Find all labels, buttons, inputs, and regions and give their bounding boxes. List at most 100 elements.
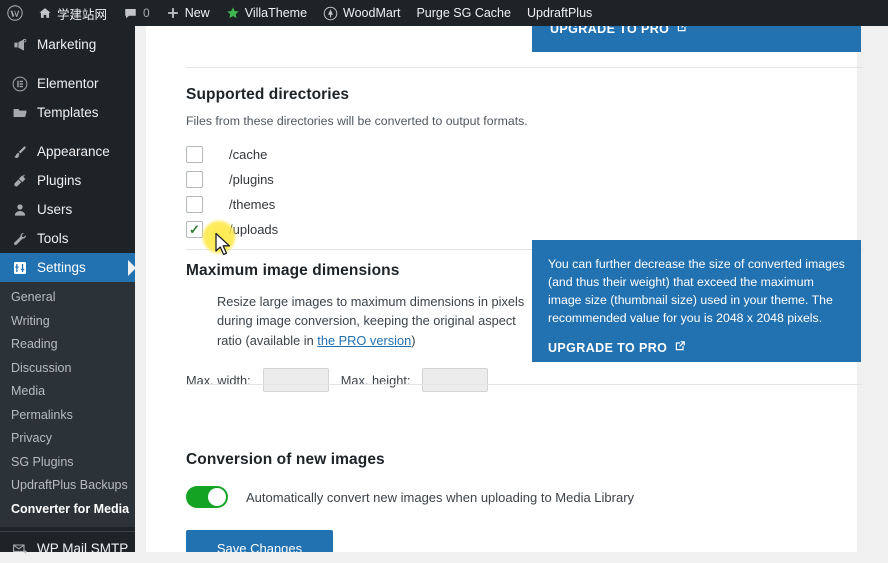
promo-banner-side: You can further decrease the size of con… [532, 240, 861, 362]
adminbar-villatheme-label: VillaTheme [245, 6, 307, 20]
wrench-icon [11, 231, 28, 247]
dimension-fields: Max. width: Max. height: [186, 368, 531, 392]
checkbox-plugins[interactable]: ✓ [186, 171, 203, 188]
settings-icon [11, 260, 28, 276]
directory-option-cache[interactable]: ✓ /cache [186, 142, 586, 167]
elementor-icon [11, 76, 28, 92]
adminbar-item-site-name[interactable]: 学建站网 [30, 0, 115, 26]
sidebar-item-label: Appearance [37, 144, 110, 159]
dimensions-text-after: ) [411, 333, 415, 348]
admin-bar: 学建站网 0 New VillaTheme WoodMart Purge SG … [0, 0, 888, 26]
admin-sidebar: Marketing Elementor Templates Appearance… [0, 26, 135, 552]
mail-icon [11, 541, 28, 557]
adminbar-item-woodmart[interactable]: WoodMart [315, 0, 408, 26]
adminbar-item-new[interactable]: New [158, 0, 218, 26]
comment-icon [123, 6, 138, 21]
woodmart-icon [323, 6, 338, 21]
sidebar-item-users[interactable]: Users [0, 195, 135, 224]
sidebar-subitem-writing[interactable]: Writing [0, 310, 135, 334]
sidebar-item-wp-mail-smtp[interactable]: WP Mail SMTP [0, 534, 135, 563]
folder-icon [11, 105, 28, 121]
sidebar-subitem-reading[interactable]: Reading [0, 333, 135, 357]
settings-submenu: General Writing Reading Discussion Media… [0, 282, 135, 527]
checkbox-themes[interactable]: ✓ [186, 196, 203, 213]
auto-convert-row: Automatically convert new images when up… [186, 486, 806, 508]
maximum-image-dimensions-section: Maximum image dimensions Resize large im… [186, 262, 531, 392]
sidebar-subitem-discussion[interactable]: Discussion [0, 357, 135, 381]
upgrade-to-pro-button-side[interactable]: UPGRADE TO PRO [548, 340, 845, 355]
adminbar-item-purge-sg-cache[interactable]: Purge SG Cache [408, 0, 519, 26]
supported-directories-section: Supported directories Files from these d… [186, 86, 586, 242]
sidebar-subitem-sg-plugins[interactable]: SG Plugins [0, 451, 135, 475]
directory-option-label: /plugins [229, 172, 274, 187]
directory-option-label: /themes [229, 197, 275, 212]
max-width-input[interactable] [263, 368, 329, 392]
sidebar-subitem-general[interactable]: General [0, 286, 135, 310]
sidebar-divider [0, 127, 135, 137]
sidebar-item-marketing[interactable]: Marketing [0, 30, 135, 59]
adminbar-item-updraftplus[interactable]: UpdraftPlus [519, 0, 600, 26]
supported-directories-description: Files from these directories will be con… [186, 114, 586, 128]
directory-option-plugins[interactable]: ✓ /plugins [186, 167, 586, 192]
sidebar-item-tools[interactable]: Tools [0, 224, 135, 253]
checkbox-uploads[interactable]: ✓ [186, 221, 203, 238]
directory-option-themes[interactable]: ✓ /themes [186, 192, 586, 217]
sidebar-subitem-converter-for-media[interactable]: Converter for Media [0, 498, 135, 522]
sidebar-subitem-privacy[interactable]: Privacy [0, 427, 135, 451]
supported-directories-title: Supported directories [186, 86, 586, 104]
conversion-of-new-images-section: Conversion of new images Automatically c… [186, 451, 806, 552]
adminbar-item-villatheme[interactable]: VillaTheme [218, 0, 315, 26]
sidebar-divider [0, 531, 135, 532]
pro-version-link[interactable]: the PRO version [317, 333, 411, 348]
upgrade-to-pro-button-top[interactable]: UPGRADE TO PRO [550, 26, 688, 36]
adminbar-updraftplus-label: UpdraftPlus [527, 6, 592, 20]
sidebar-item-label: Users [37, 202, 72, 217]
main-content: UPGRADE TO PRO Supported directories Fil… [135, 26, 888, 552]
megaphone-icon [11, 37, 28, 53]
directory-option-uploads[interactable]: ✓ /uploads [186, 217, 586, 242]
sidebar-item-settings[interactable]: Settings [0, 253, 135, 282]
sidebar-divider [0, 59, 135, 69]
adminbar-item-wordpress[interactable] [0, 0, 30, 26]
toggle-knob [208, 488, 226, 506]
adminbar-woodmart-label: WoodMart [343, 6, 400, 20]
external-link-icon [676, 26, 688, 36]
max-width-label: Max. width: [186, 373, 251, 388]
upgrade-to-pro-label: UPGRADE TO PRO [548, 341, 667, 355]
section-divider-3 [186, 384, 863, 385]
home-icon [38, 6, 52, 20]
sidebar-subitem-updraftplus-backups[interactable]: UpdraftPlus Backups [0, 474, 135, 498]
directory-option-label: /uploads [229, 222, 278, 237]
promo-side-text: You can further decrease the size of con… [548, 255, 845, 327]
wordpress-logo-icon [7, 5, 23, 21]
plug-icon [11, 173, 28, 189]
sidebar-item-plugins[interactable]: Plugins [0, 166, 135, 195]
maximum-image-dimensions-description: Resize large images to maximum dimension… [217, 292, 531, 350]
sidebar-item-label: Elementor [37, 76, 99, 91]
user-icon [11, 202, 28, 218]
adminbar-new-label: New [185, 6, 210, 20]
sidebar-item-label: Tools [37, 231, 69, 246]
save-changes-button[interactable]: Save Changes [186, 530, 333, 552]
auto-convert-toggle[interactable] [186, 486, 228, 508]
checkbox-cache[interactable]: ✓ [186, 146, 203, 163]
brush-icon [11, 144, 28, 160]
star-icon [226, 6, 240, 20]
adminbar-item-comments[interactable]: 0 [115, 0, 158, 26]
sidebar-item-label: Marketing [37, 37, 96, 52]
check-icon: ✓ [189, 223, 200, 236]
sidebar-item-label: WP Mail SMTP [37, 541, 128, 556]
sidebar-subitem-permalinks[interactable]: Permalinks [0, 404, 135, 428]
adminbar-site-name-label: 学建站网 [57, 4, 107, 23]
max-height-label: Max. height: [341, 373, 411, 388]
auto-convert-label: Automatically convert new images when up… [246, 490, 634, 505]
upgrade-to-pro-label: UPGRADE TO PRO [550, 26, 669, 36]
sidebar-subitem-media[interactable]: Media [0, 380, 135, 404]
sidebar-item-appearance[interactable]: Appearance [0, 137, 135, 166]
sidebar-item-elementor[interactable]: Elementor [0, 69, 135, 98]
sidebar-item-label: Templates [37, 105, 99, 120]
directory-option-label: /cache [229, 147, 267, 162]
external-link-icon [674, 340, 686, 355]
max-height-input[interactable] [422, 368, 488, 392]
sidebar-item-templates[interactable]: Templates [0, 98, 135, 127]
